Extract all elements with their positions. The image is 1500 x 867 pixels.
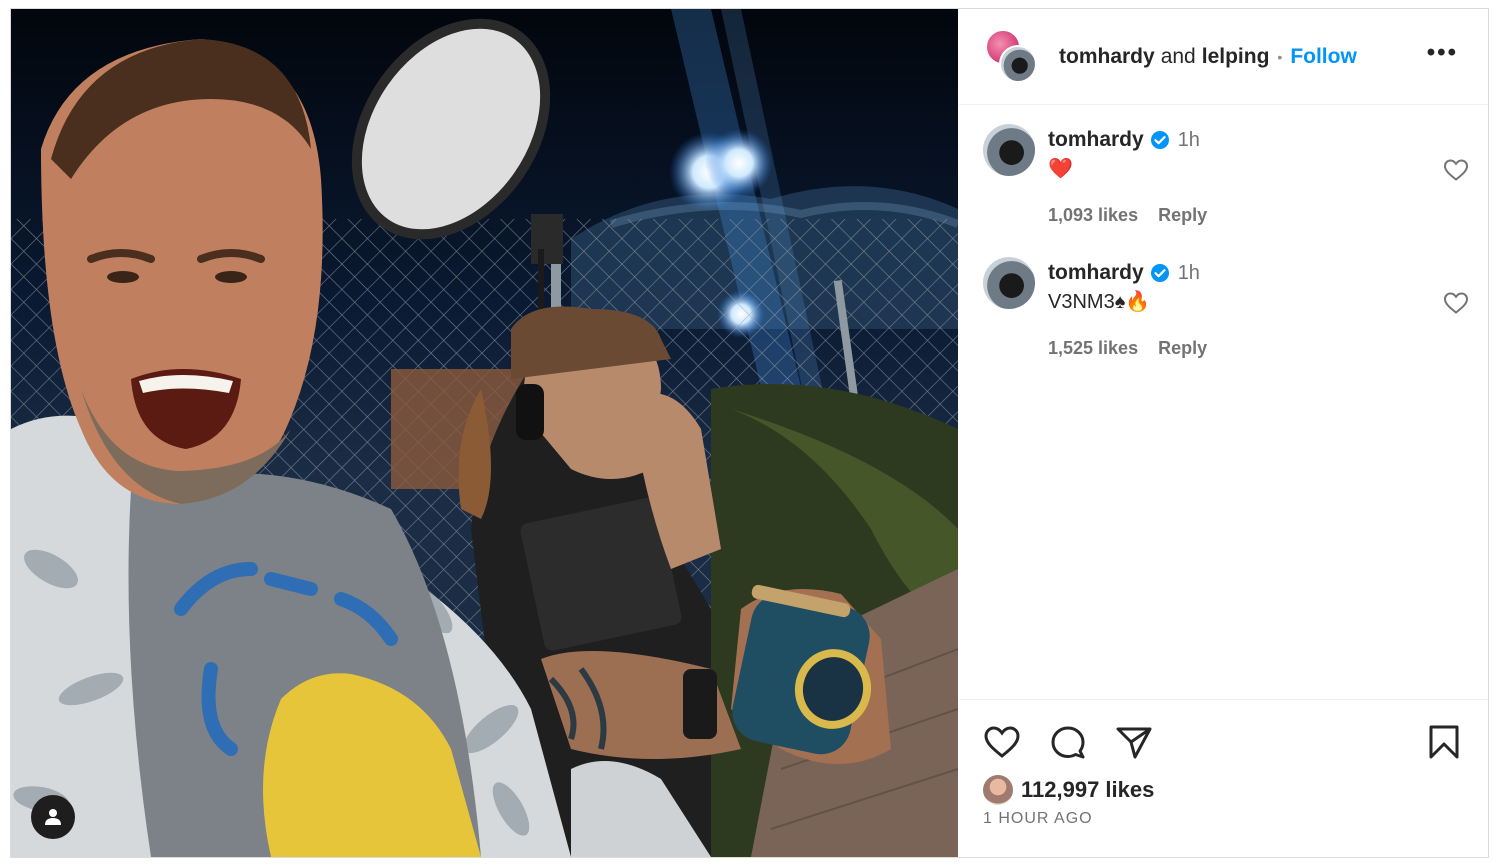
post-footer: 112,997 likes 1 HOUR AGO — [959, 699, 1488, 857]
liker-avatar[interactable] — [983, 775, 1013, 805]
author-username[interactable]: tomhardy — [1059, 45, 1155, 69]
authors-conjunction: and — [1160, 44, 1196, 68]
like-heart-icon[interactable] — [983, 724, 1021, 765]
comment-time[interactable]: 1h — [1178, 129, 1200, 152]
post-photo[interactable] — [11, 9, 958, 857]
person-tag-icon — [43, 807, 63, 827]
comment-icon[interactable] — [1049, 724, 1087, 765]
separator-dot: • — [1277, 48, 1283, 65]
comment-username[interactable]: tomhardy — [1048, 128, 1144, 152]
collab-avatars[interactable] — [983, 28, 1039, 85]
comment-time[interactable]: 1h — [1178, 262, 1200, 285]
post-timestamp[interactable]: 1 HOUR AGO — [983, 810, 1093, 828]
more-options-icon[interactable]: ••• — [1427, 41, 1458, 65]
collab-username[interactable]: lelping — [1202, 45, 1270, 69]
tagged-people-button[interactable] — [31, 795, 75, 839]
comment-heart-icon[interactable] — [1443, 158, 1469, 187]
comment-avatar[interactable] — [983, 257, 1035, 309]
author-avatar-tomhardy[interactable] — [999, 44, 1037, 83]
comment-text: V3NM3♠🔥 — [1048, 291, 1151, 313]
post-frame: tomhardy and lelping • Follow ••• tomhar… — [10, 8, 1489, 858]
comment-likes[interactable]: 1,525 likes — [1048, 338, 1138, 359]
post-header: tomhardy and lelping • Follow ••• — [959, 9, 1488, 105]
post-likes-count[interactable]: 112,997 likes — [1021, 777, 1154, 803]
comment-username[interactable]: tomhardy — [1048, 261, 1144, 285]
comment-text: ❤️ — [1048, 158, 1073, 180]
comment-reply-button[interactable]: Reply — [1158, 338, 1207, 359]
comment-heart-icon[interactable] — [1443, 291, 1469, 320]
comment-avatar[interactable] — [983, 124, 1035, 176]
bookmark-icon[interactable] — [1428, 724, 1460, 765]
post-actions — [983, 724, 1153, 765]
follow-button[interactable]: Follow — [1290, 45, 1357, 69]
comment-reply-button[interactable]: Reply — [1158, 205, 1207, 226]
share-icon[interactable] — [1115, 724, 1153, 765]
likes-summary[interactable]: 112,997 likes — [983, 775, 1154, 805]
verified-icon — [1150, 263, 1170, 283]
post-side-panel: tomhardy and lelping • Follow ••• tomhar… — [959, 9, 1488, 857]
post-authors: tomhardy and lelping • Follow — [1059, 45, 1357, 69]
verified-icon — [1150, 130, 1170, 150]
comment-likes[interactable]: 1,093 likes — [1048, 205, 1138, 226]
